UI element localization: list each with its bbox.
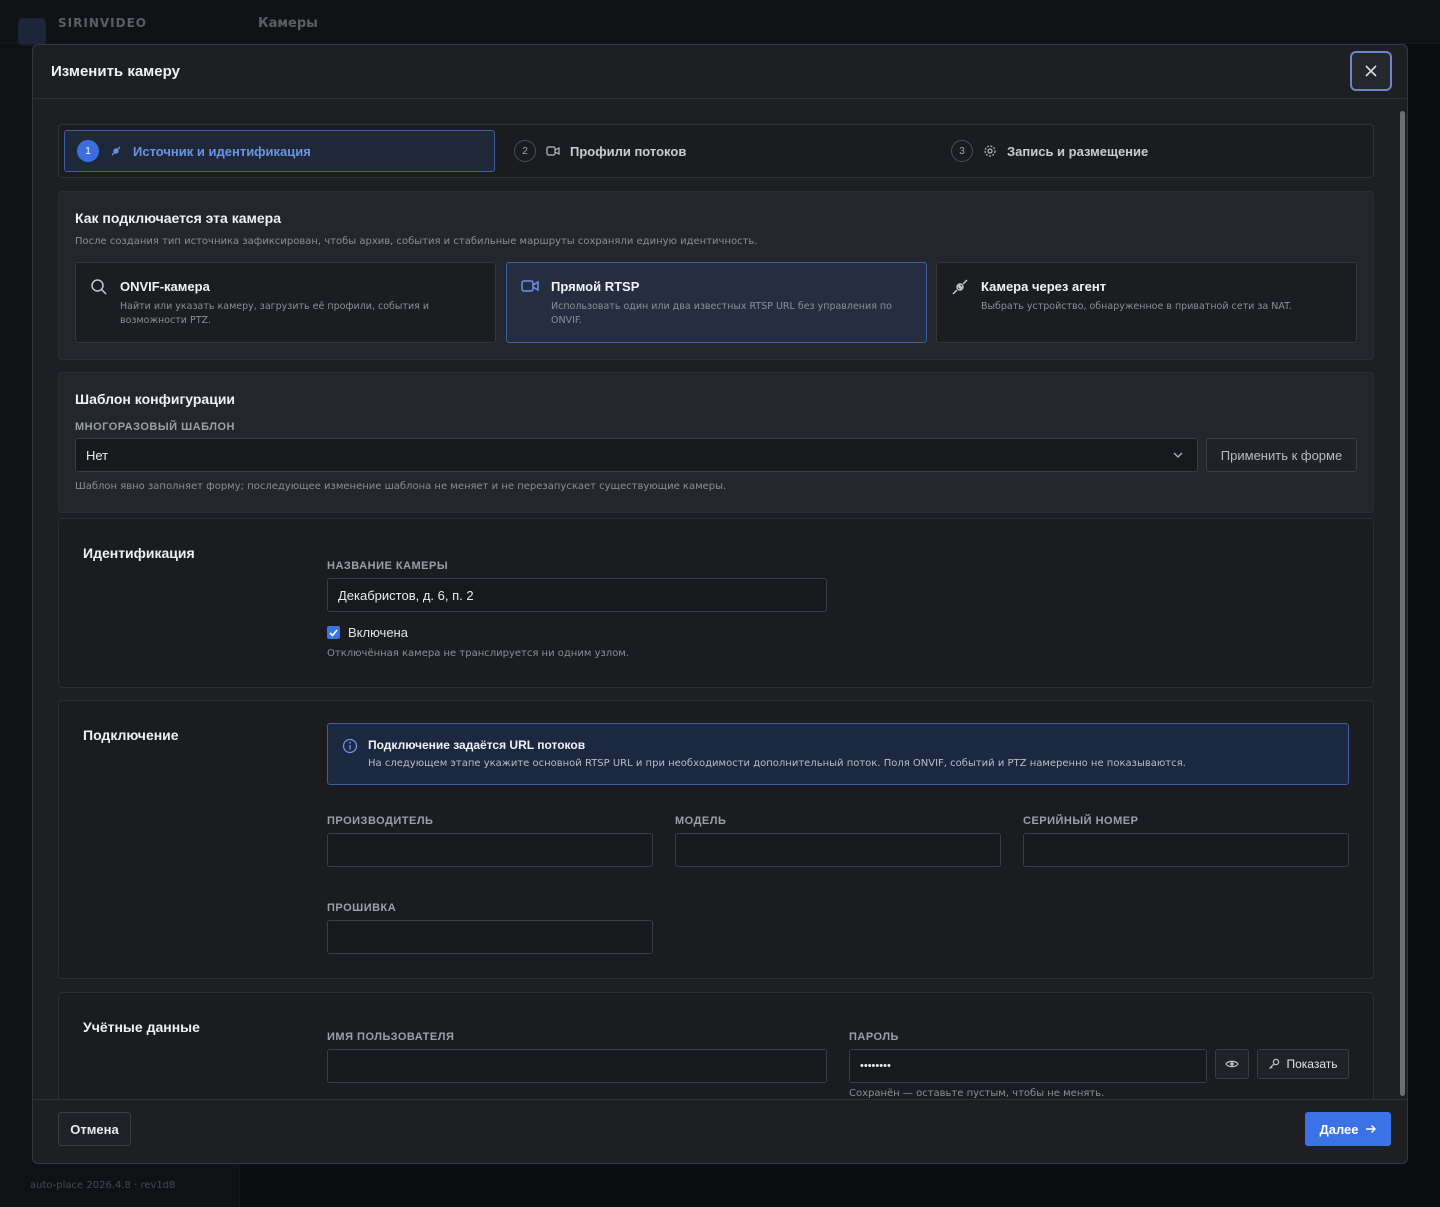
enabled-checkbox[interactable]: [327, 626, 340, 639]
template-select[interactable]: Нет: [75, 438, 1198, 472]
username-label: Имя пользователя: [327, 1031, 455, 1043]
connection-info-alert: Подключение задаётся URL потоков На след…: [327, 723, 1349, 785]
modal-title: Изменить камеру: [51, 63, 180, 80]
arrow-right-icon: [1365, 1125, 1376, 1133]
camera-name-label: Название камеры: [327, 560, 449, 572]
check-icon: [329, 628, 338, 637]
step-number: 3: [951, 140, 973, 162]
step-profiles[interactable]: 2 Профили потоков: [502, 130, 922, 172]
identity-card: Идентификация Название камеры Декабристо…: [58, 518, 1374, 688]
toggle-visibility-button[interactable]: [1215, 1049, 1249, 1079]
template-title: Шаблон конфигурации: [75, 391, 236, 407]
video-camera-icon: [546, 146, 560, 156]
enabled-hint: Отключённая камера не транслируется ни о…: [327, 648, 630, 659]
connection-card: Подключение Подключение задаётся URL пот…: [58, 700, 1374, 979]
eye-icon: [1225, 1060, 1239, 1068]
password-hint: Сохранён — оставьте пустым, чтобы не мен…: [849, 1088, 1105, 1099]
apply-template-button[interactable]: Применить к форме: [1206, 438, 1357, 472]
step-number: 1: [77, 140, 99, 162]
source-option-rtsp[interactable]: Прямой RTSP Использовать один или два из…: [506, 262, 927, 343]
template-hint: Шаблон явно заполняет форму; последующее…: [75, 481, 727, 492]
modal-footer: Отмена Далее: [33, 1099, 1407, 1163]
template-select-value: Нет: [86, 447, 109, 463]
show-password-label: Показать: [1286, 1057, 1338, 1071]
show-password-button[interactable]: Показать: [1257, 1049, 1349, 1079]
source-option-desc: Использовать один или два известных RTSP…: [551, 301, 892, 326]
template-card: Шаблон конфигурации Многоразовый шаблон …: [58, 372, 1374, 513]
step-recording[interactable]: 3 Запись и размещение: [939, 130, 1369, 172]
background-version: auto-place 2026.4.8 · rev1d8: [30, 1180, 176, 1191]
source-option-desc: Найти или указать камеру, загрузить её п…: [120, 301, 430, 326]
serial-label: Серийный номер: [1023, 815, 1139, 827]
firmware-input[interactable]: [327, 920, 653, 954]
source-option-agent[interactable]: Камера через агент Выбрать устройство, о…: [936, 262, 1357, 343]
next-button[interactable]: Далее: [1305, 1112, 1391, 1146]
credentials-title: Учётные данные: [83, 1019, 200, 1035]
template-label: Многоразовый шаблон: [75, 421, 235, 433]
serial-input[interactable]: [1023, 833, 1349, 867]
plug-icon: [952, 279, 968, 295]
source-type-title: Как подключается эта камера: [75, 210, 281, 226]
source-option-desc: Выбрать устройство, обнаруженное в прива…: [981, 301, 1292, 312]
manufacturer-input[interactable]: [327, 833, 653, 867]
step-label: Источник и идентификация: [133, 143, 311, 159]
alert-text: На следующем этапе укажите основной RTSP…: [368, 758, 1186, 769]
next-button-label: Далее: [1319, 1121, 1359, 1137]
model-input[interactable]: [675, 833, 1001, 867]
background-topbar: SIRINVIDEO Камеры: [0, 0, 1440, 46]
credentials-card: Учётные данные Имя пользователя Пароль •…: [58, 992, 1374, 1100]
modal-body[interactable]: 1 Источник и идентификация 2 Профили пот…: [33, 100, 1407, 1100]
plug-icon: [111, 146, 121, 156]
app-logo: [18, 18, 46, 46]
search-icon: [91, 279, 107, 295]
step-source[interactable]: 1 Источник и идентификация: [64, 130, 495, 172]
source-option-onvif[interactable]: ONVIF-камера Найти или указать камеру, з…: [75, 262, 496, 343]
source-option-title: Камера через агент: [981, 279, 1107, 294]
username-input[interactable]: [327, 1049, 827, 1083]
connection-title: Подключение: [83, 727, 179, 743]
model-label: Модель: [675, 815, 727, 827]
info-icon: [342, 738, 358, 754]
source-type-hint: После создания тип источника зафиксирова…: [75, 236, 758, 247]
alert-title: Подключение задаётся URL потоков: [368, 738, 586, 752]
modal-header: Изменить камеру: [33, 45, 1407, 99]
password-label: Пароль: [849, 1031, 899, 1043]
camera-name-input[interactable]: Декабристов, д. 6, п. 2: [327, 578, 827, 612]
scrollbar-thumb[interactable]: [1400, 111, 1405, 1096]
source-option-title: Прямой RTSP: [551, 279, 640, 294]
manufacturer-label: Производитель: [327, 815, 434, 827]
video-camera-icon: [521, 280, 539, 292]
source-type-card: Как подключается эта камера После создан…: [58, 191, 1374, 360]
edit-camera-modal: Изменить камеру 1 Источник и идентификац…: [32, 44, 1408, 1164]
source-option-title: ONVIF-камера: [120, 279, 210, 294]
firmware-label: Прошивка: [327, 902, 397, 914]
chevron-down-icon: [1173, 452, 1183, 458]
enabled-label[interactable]: Включена: [348, 625, 408, 640]
close-button[interactable]: [1350, 51, 1392, 91]
key-icon: [1269, 1058, 1280, 1069]
app-brand: SIRINVIDEO: [58, 16, 147, 30]
close-icon: [1365, 65, 1377, 77]
password-input[interactable]: ••••••••: [849, 1049, 1207, 1083]
identity-title: Идентификация: [83, 545, 195, 561]
step-label: Профили потоков: [570, 143, 687, 159]
cancel-button[interactable]: Отмена: [58, 1112, 131, 1146]
gear-icon: [984, 145, 996, 157]
step-label: Запись и размещение: [1007, 143, 1149, 159]
step-number: 2: [514, 140, 536, 162]
wizard-stepper: 1 Источник и идентификация 2 Профили пот…: [58, 124, 1374, 178]
background-page-title: Камеры: [258, 16, 318, 31]
